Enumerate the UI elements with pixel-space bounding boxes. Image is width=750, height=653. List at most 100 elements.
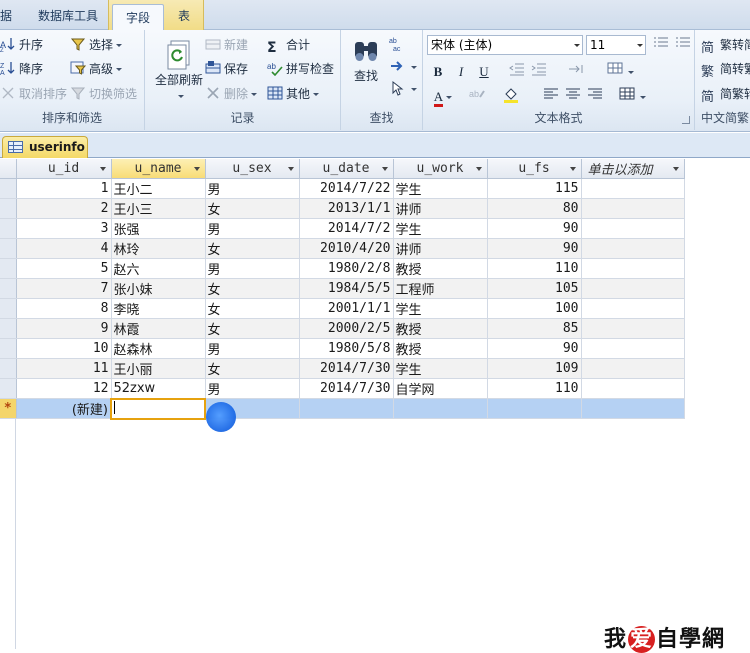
new-record-marker[interactable]: * — [0, 398, 17, 419]
sort-descending-button[interactable]: ZA 降序 — [0, 58, 43, 80]
table-cell-u-work[interactable]: 学生 — [393, 178, 488, 199]
table-cell-empty[interactable] — [581, 318, 685, 339]
table-cell-u-work[interactable]: 学生 — [393, 218, 488, 239]
chevron-down-icon[interactable] — [193, 167, 200, 171]
text-direction-button[interactable] — [563, 62, 591, 82]
table-cell-u-name[interactable]: 张强 — [111, 218, 206, 239]
table-cell-u-id[interactable]: 12 — [16, 378, 112, 399]
to-simplified-button[interactable]: 繁简转繁 — [701, 58, 750, 80]
table-cell-u-date[interactable]: 1980/5/8 — [299, 338, 394, 359]
record-selector[interactable] — [0, 318, 17, 339]
table-cell-u-name[interactable]: 赵六 — [111, 258, 206, 279]
table-cell-u-id[interactable]: 9 — [16, 318, 112, 339]
table-row[interactable]: 1 王小二男 2014/7/22 学生 115 — [0, 178, 685, 199]
save-record-button[interactable]: 保存 — [205, 58, 248, 80]
spelling-button[interactable]: ab 拼写检查 — [267, 58, 334, 80]
column-header-u-date[interactable]: u_date — [299, 159, 394, 179]
column-header-u-fs[interactable]: u_fs — [487, 159, 582, 179]
active-edit-cell[interactable] — [110, 397, 206, 420]
refresh-all-button[interactable]: 全部刷新 — [151, 40, 207, 104]
table-cell-u-sex[interactable]: 男 — [205, 178, 300, 199]
table-row[interactable]: 4 林玲女 2010/4/20 讲师 90 — [0, 238, 685, 259]
tab-external-data[interactable]: 据 — [0, 3, 14, 30]
record-selector[interactable] — [0, 338, 17, 359]
table-cell-u-work[interactable]: 教授 — [393, 258, 488, 279]
to-traditional-button[interactable]: 简繁转简 — [701, 34, 750, 56]
table-cell-u-id[interactable]: 7 — [16, 278, 112, 299]
record-selector[interactable] — [0, 178, 17, 199]
table-cell-u-sex[interactable]: 男 — [205, 378, 300, 399]
table-cell-u-name[interactable]: 赵森林 — [111, 338, 206, 359]
goto-button[interactable] — [389, 56, 417, 78]
table-cell-u-fs[interactable]: 105 — [487, 278, 582, 299]
table-cell-u-sex[interactable]: 女 — [205, 298, 300, 319]
column-header-u-id[interactable]: u_id — [16, 159, 112, 179]
align-left-button[interactable] — [541, 87, 561, 107]
table-cell-u-work[interactable]: 工程师 — [393, 278, 488, 299]
table-cell-u-id[interactable]: 8 — [16, 298, 112, 319]
table-cell-u-id[interactable]: 4 — [16, 238, 112, 259]
table-cell-u-date[interactable]: 2014/7/30 — [299, 358, 394, 379]
table-cell-u-name[interactable]: 林霞 — [111, 318, 206, 339]
table-cell-u-fs[interactable]: 90 — [487, 218, 582, 239]
column-header-click-to-add[interactable]: 单击以添加 — [581, 159, 685, 179]
table-cell-u-date[interactable]: 2010/4/20 — [299, 238, 394, 259]
record-selector[interactable] — [0, 358, 17, 379]
table-cell-empty[interactable] — [581, 198, 685, 219]
tab-database-tools[interactable]: 数据库工具 — [28, 3, 108, 30]
table-cell-u-name[interactable]: 李晓 — [111, 298, 206, 319]
record-selector[interactable] — [0, 278, 17, 299]
table-cell-u-name[interactable]: 王小二 — [111, 178, 206, 199]
chevron-down-icon[interactable] — [287, 167, 294, 171]
table-cell-u-sex[interactable]: 女 — [205, 358, 300, 379]
filter-advanced-button[interactable]: 高级 — [70, 58, 123, 80]
column-header-u-work[interactable]: u_work — [393, 159, 488, 179]
decrease-indent-button[interactable] — [507, 62, 527, 82]
table-cell-u-date[interactable]: 2014/7/30 — [299, 378, 394, 399]
table-row[interactable]: 7 张小妹女 1984/5/5 工程师 105 — [0, 278, 685, 299]
table-cell-u-work[interactable]: 讲师 — [393, 198, 488, 219]
chevron-down-icon[interactable] — [99, 167, 106, 171]
table-cell-u-name[interactable]: 王小三 — [111, 198, 206, 219]
align-center-button[interactable] — [563, 87, 583, 107]
tab-table[interactable]: 表 — [168, 3, 200, 30]
table-cell-u-fs[interactable]: 85 — [487, 318, 582, 339]
table-cell-u-id[interactable]: 3 — [16, 218, 112, 239]
chevron-down-icon[interactable] — [475, 167, 482, 171]
dialog-launcher-icon[interactable] — [682, 116, 690, 124]
record-selector[interactable] — [0, 258, 17, 279]
table-cell-u-sex[interactable]: 男 — [205, 258, 300, 279]
table-cell-u-work[interactable]: 教授 — [393, 338, 488, 359]
bold-button[interactable]: B — [428, 62, 448, 82]
new-record-button[interactable]: 新建 — [205, 34, 248, 56]
table-row[interactable]: 10 赵森林男 1980/5/8 教授 90 — [0, 338, 685, 359]
table-cell-u-work[interactable]: 自学网 — [393, 378, 488, 399]
table-cell-u-date[interactable]: 1980/2/8 — [299, 258, 394, 279]
chevron-down-icon[interactable] — [672, 167, 679, 171]
table-cell-u-fs[interactable]: 109 — [487, 358, 582, 379]
table-cell-u-id[interactable]: 5 — [16, 258, 112, 279]
clear-sort-button[interactable]: 取消排序 — [0, 83, 67, 105]
table-cell-u-id[interactable]: 11 — [16, 358, 112, 379]
new-record-cell[interactable] — [581, 398, 685, 419]
table-cell-u-fs[interactable]: 80 — [487, 198, 582, 219]
record-selector[interactable] — [0, 218, 17, 239]
table-cell-u-work[interactable]: 学生 — [393, 298, 488, 319]
table-cell-empty[interactable] — [581, 358, 685, 379]
table-cell-u-fs[interactable]: 100 — [487, 298, 582, 319]
sort-ascending-button[interactable]: AZ 升序 — [0, 34, 43, 56]
alternate-row-color-button[interactable] — [617, 87, 647, 107]
table-cell-empty[interactable] — [581, 258, 685, 279]
table-cell-u-fs[interactable]: 110 — [487, 378, 582, 399]
table-cell-empty[interactable] — [581, 338, 685, 359]
table-cell-u-sex[interactable]: 男 — [205, 338, 300, 359]
table-cell-u-date[interactable]: 1984/5/5 — [299, 278, 394, 299]
chevron-down-icon[interactable] — [569, 167, 576, 171]
tab-fields[interactable]: 字段 — [112, 4, 164, 31]
table-row[interactable]: 12 52zxw 男 2014/7/30 自学网 110 — [0, 378, 685, 399]
table-cell-u-name[interactable]: 林玲 — [111, 238, 206, 259]
table-cell-u-date[interactable]: 2014/7/22 — [299, 178, 394, 199]
table-cell-u-sex[interactable]: 女 — [205, 198, 300, 219]
numbering-button[interactable] — [673, 35, 693, 55]
replace-button[interactable]: ab ac — [389, 34, 408, 56]
